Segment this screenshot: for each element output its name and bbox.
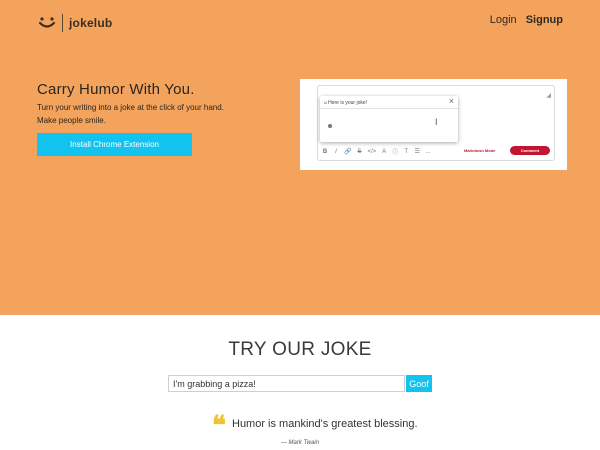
quote-mark-icon: ❝ [212, 411, 226, 441]
heading-icon: T [404, 148, 409, 155]
resize-handle-icon: ◢ [546, 93, 551, 99]
top-nav: Login Signup [490, 14, 563, 26]
close-icon: × [448, 96, 454, 106]
hero-subtitle: Turn your writing into a joke at the cli… [37, 101, 297, 127]
code-icon: </> [367, 148, 377, 155]
try-section-title: TRY OUR JOKE [228, 339, 372, 360]
info-icon: ⓘ [392, 150, 399, 156]
signup-link[interactable]: Signup [526, 14, 563, 26]
quote-text: Humor is mankind's greatest blessing. [232, 418, 418, 430]
markdown-mode-label: Markdown Mode [464, 148, 496, 153]
loading-dot-icon [328, 124, 332, 128]
comment-button: Comment [510, 146, 550, 155]
bold-icon: B [322, 148, 328, 155]
joke-input[interactable] [168, 375, 405, 392]
popup-divider [320, 108, 458, 109]
install-extension-button[interactable]: Install Chrome Extension [37, 133, 192, 156]
popup-title: ☺Here is your joke! [323, 100, 368, 106]
text-cursor-icon: I [435, 117, 438, 127]
smile-logo-icon [38, 17, 56, 28]
goof-button[interactable]: Goof [406, 375, 432, 392]
login-link[interactable]: Login [490, 14, 517, 26]
extension-preview-image: ◢ ☺Here is your joke! × I B I 🔗 S </> A … [300, 79, 567, 170]
logo-divider [62, 14, 63, 32]
hero-title: Carry Humor With You. [37, 81, 195, 98]
quote-author-name: Mark Twain [288, 440, 320, 446]
link-icon: 🔗 [344, 149, 352, 155]
italic-icon: I [335, 148, 337, 155]
quote-author: — Mark Twain [0, 440, 600, 446]
hero-subtitle-line: Turn your writing into a joke at the cli… [37, 103, 224, 112]
strikethrough-icon: S [357, 148, 362, 155]
logo-text: jokelub [69, 16, 113, 30]
hero-subtitle-line: Make people smile. [37, 116, 106, 125]
list-icon: ☰ [414, 149, 420, 155]
editor-toolbar: B I 🔗 S </> A ⓘ T ☰ ... [322, 147, 431, 157]
joke-popup: ☺Here is your joke! × I [320, 96, 458, 142]
hero-section: jokelub Login Signup Carry Humor With Yo… [0, 0, 600, 315]
quote-dash: — [280, 440, 287, 446]
logo[interactable]: jokelub [38, 14, 112, 32]
more-icon: ... [425, 148, 431, 155]
font-size-icon: A [382, 148, 387, 155]
